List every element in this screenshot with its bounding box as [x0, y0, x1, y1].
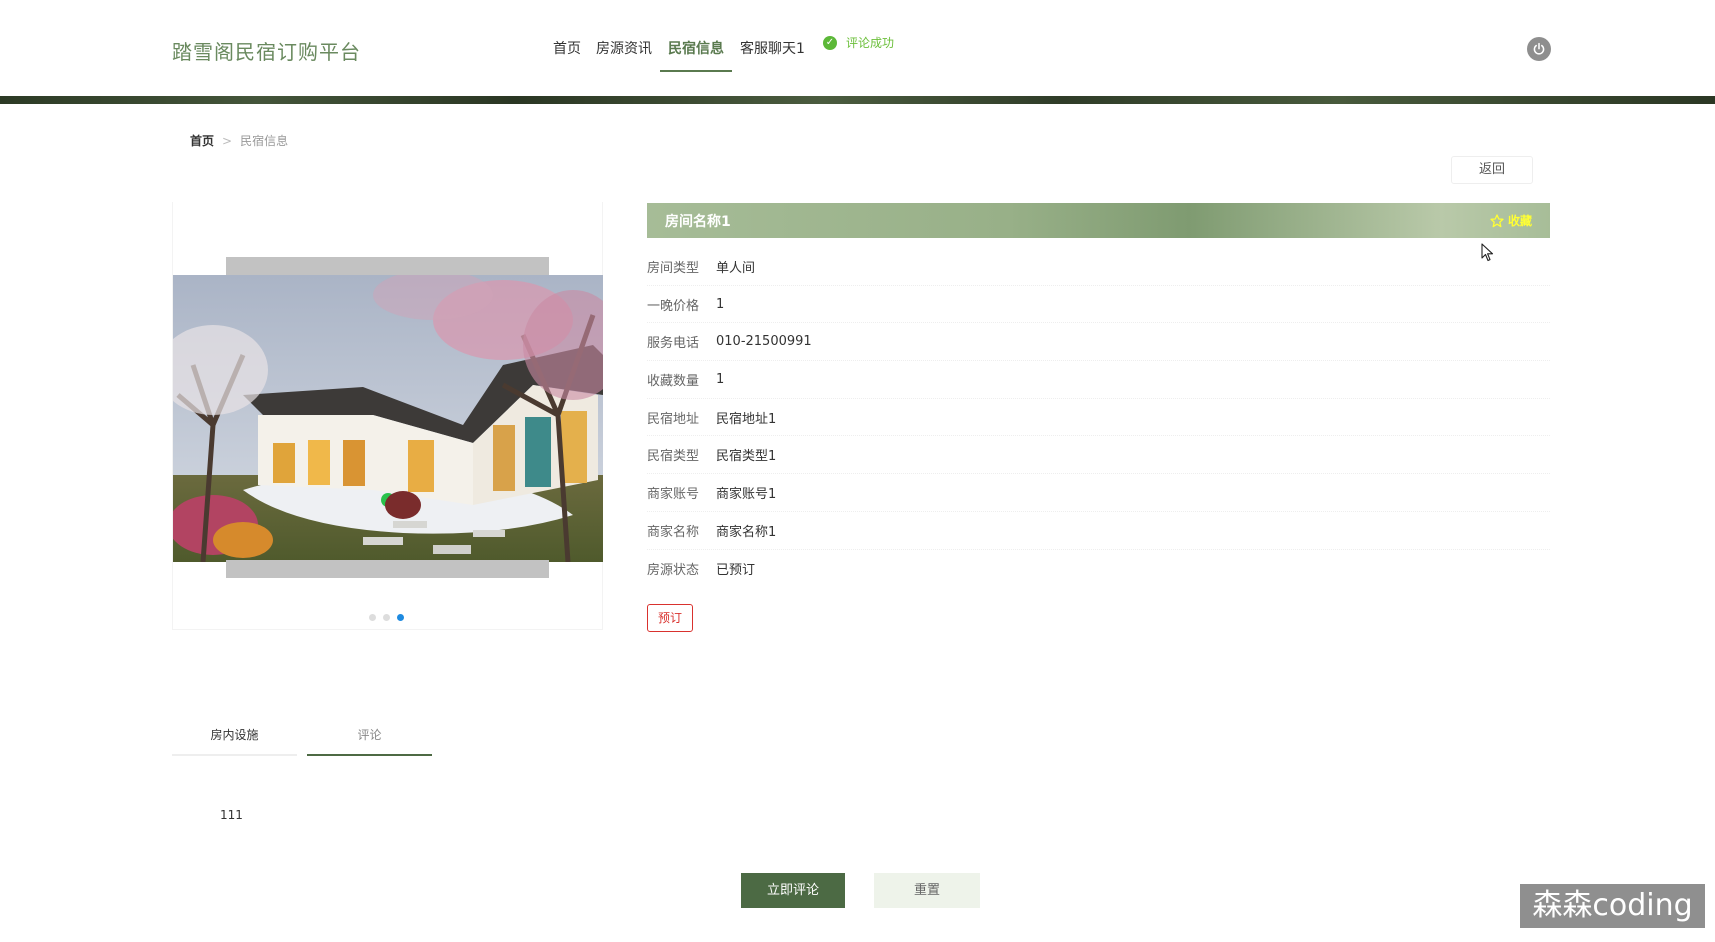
carousel-dot-3[interactable]	[397, 614, 404, 621]
info-value: 1	[716, 371, 725, 387]
header-banner-strip	[0, 96, 1715, 104]
room-title-bar: 房间名称1 收藏	[647, 203, 1550, 238]
tab-facilities[interactable]: 房内设施	[172, 724, 297, 756]
info-row-homestay-type: 民宿类型 民宿类型1	[647, 436, 1550, 475]
carousel-dot-2[interactable]	[383, 614, 390, 621]
breadcrumb-home[interactable]: 首页	[190, 132, 214, 149]
watermark: 森森coding	[1520, 884, 1705, 928]
carousel-indicators	[369, 614, 411, 621]
info-value: 商家名称1	[716, 524, 777, 540]
info-label: 服务电话	[647, 336, 700, 352]
favorite-label: 收藏	[1507, 214, 1532, 228]
info-label: 收藏数量	[647, 373, 700, 389]
info-label: 民宿类型	[647, 449, 700, 465]
submit-comment-button[interactable]: 立即评论	[741, 873, 845, 908]
info-label: 商家名称	[647, 524, 700, 540]
detail-tabs: 房内设施 评论	[172, 724, 442, 756]
room-info-list: 房间类型 单人间 一晚价格 1 服务电话 010-21500991 收藏数量 1…	[647, 248, 1550, 587]
room-name: 房间名称1	[665, 213, 731, 230]
star-icon	[1490, 213, 1504, 227]
favorite-button[interactable]: 收藏	[1490, 212, 1532, 229]
info-value: 民宿类型1	[716, 449, 777, 465]
carousel-next-slide-edge	[226, 560, 549, 578]
photo-carousel[interactable]	[172, 202, 603, 630]
info-row-merchant-name: 商家名称 商家名称1	[647, 512, 1550, 550]
breadcrumb-separator: >	[222, 133, 233, 148]
homestay-photo	[173, 275, 603, 562]
main-nav: 首页 房源资讯 民宿信息 客服聊天1	[553, 38, 820, 74]
info-value: 010-21500991	[716, 334, 812, 350]
nav-homestay-info[interactable]: 民宿信息	[660, 38, 732, 72]
success-toast: ✓ 评论成功	[823, 34, 894, 51]
info-label: 房源状态	[647, 562, 700, 578]
nav-customer-chat[interactable]: 客服聊天1	[740, 38, 805, 72]
info-row-favorites-count: 收藏数量 1	[647, 361, 1550, 399]
info-label: 商家账号	[647, 486, 700, 502]
info-value: 民宿地址1	[716, 411, 777, 427]
mouse-cursor-icon	[1481, 243, 1495, 267]
info-label: 民宿地址	[647, 411, 700, 427]
nav-listings-news[interactable]: 房源资讯	[596, 38, 652, 72]
info-value: 已预订	[716, 562, 756, 578]
nav-home[interactable]: 首页	[553, 38, 581, 72]
info-row-price: 一晚价格 1	[647, 286, 1550, 324]
info-value: 1	[716, 296, 725, 312]
top-header: 踏雪阁民宿订购平台 首页 房源资讯 民宿信息 客服聊天1 ✓ 评论成功	[0, 0, 1715, 96]
breadcrumb-current: 民宿信息	[240, 134, 289, 148]
back-button[interactable]: 返回	[1451, 156, 1533, 184]
power-icon[interactable]	[1527, 37, 1551, 61]
info-row-phone: 服务电话 010-21500991	[647, 323, 1550, 362]
info-row-status: 房源状态 已预订	[647, 550, 1550, 588]
info-label: 房间类型	[647, 260, 700, 276]
info-row-address: 民宿地址 民宿地址1	[647, 399, 1550, 437]
book-button[interactable]: 预订	[647, 604, 693, 632]
site-brand[interactable]: 踏雪阁民宿订购平台	[172, 36, 361, 65]
tab-comments[interactable]: 评论	[307, 724, 432, 756]
info-value: 单人间	[716, 260, 756, 276]
info-value: 商家账号1	[716, 486, 777, 502]
breadcrumb: 首页 > 民宿信息	[190, 132, 288, 149]
comment-item: 111	[220, 808, 243, 822]
carousel-prev-slide-edge	[226, 257, 549, 275]
check-circle-icon: ✓	[823, 35, 837, 50]
toast-message: 评论成功	[846, 36, 895, 50]
reset-button[interactable]: 重置	[874, 873, 980, 908]
info-row-room-type: 房间类型 单人间	[647, 248, 1550, 286]
carousel-dot-1[interactable]	[369, 614, 376, 621]
info-row-merchant-account: 商家账号 商家账号1	[647, 474, 1550, 512]
info-label: 一晚价格	[647, 298, 700, 314]
